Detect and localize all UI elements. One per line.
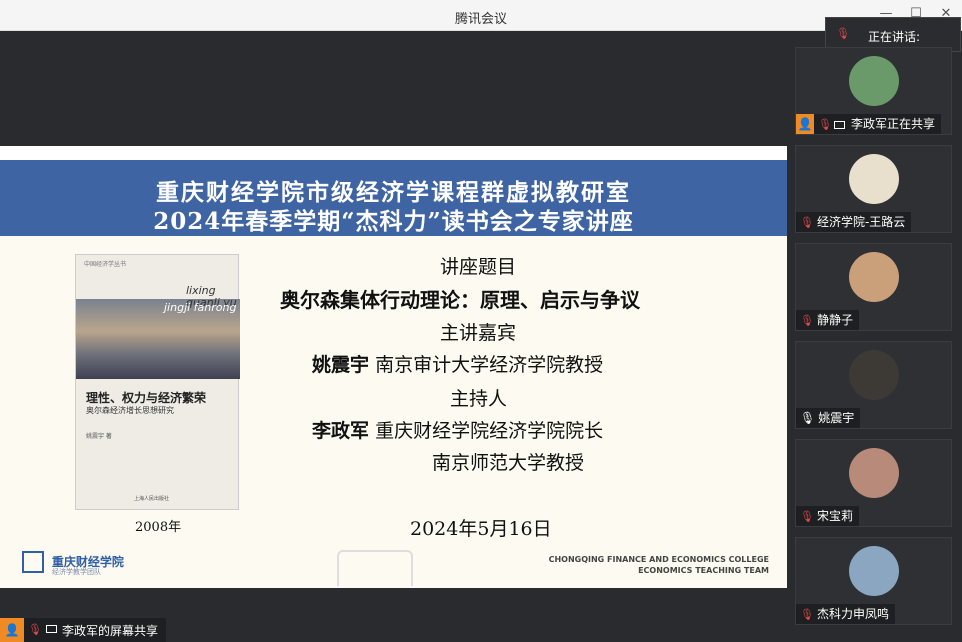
banner-line-2: 2024年春季学期“杰科力”读书会之专家讲座 [153, 208, 634, 235]
speaker-label: 主讲嘉宾 [440, 322, 517, 344]
mic-muted-icon: 🎙 [800, 510, 814, 523]
speaking-label: 正在讲话: [868, 30, 921, 44]
mic-muted-icon: 🎙 [28, 623, 42, 636]
window-title: 腾讯会议 [454, 12, 507, 27]
book-subtitle: 奥尔森经济增长思想研究 [86, 406, 174, 415]
participant-name: 姚震宇 [818, 411, 855, 425]
speaker-name: 姚震宇 [312, 354, 370, 376]
avatar [849, 448, 899, 498]
book-cover: 中国经济学丛书 lixing quanli yu jingji fanrong … [75, 254, 240, 510]
book-series: 中国经济学丛书 [84, 261, 127, 268]
lecture-date: 2024年5月16日 [410, 518, 552, 540]
participant-name-tag: 👤 🎙 李政军正在共享 [796, 114, 941, 134]
presentation-slide: 重庆财经学院市级经济学课程群虚拟教研室 2024年春季学期“杰科力”读书会之专家… [0, 146, 787, 588]
participant-name-tag: 🎙 宋宝莉 [796, 506, 859, 526]
speaker-line: 姚震宇 南京审计大学经济学院教授 [312, 350, 603, 377]
share-label: 李政军的屏幕共享 [62, 624, 159, 638]
participant-tile[interactable]: 🎙 宋宝莉 [795, 439, 952, 527]
english-footer: CHONGQING FINANCE AND ECONOMICS COLLEGE … [548, 555, 769, 575]
participant-tile[interactable]: 🎙 经济学院-王路云 [795, 145, 952, 233]
slide-banner: 重庆财经学院市级经济学课程群虚拟教研室 2024年春季学期“杰科力”读书会之专家… [0, 160, 787, 236]
mic-muted-icon: 🎙 [800, 314, 814, 327]
user-icon: 👤 [0, 618, 24, 642]
avatar [849, 546, 899, 596]
host-line: 李政军 重庆财经学院经济学院院长 [312, 416, 603, 443]
participant-tile[interactable]: 👤 🎙 李政军正在共享 [795, 47, 952, 135]
user-icon: 👤 [796, 114, 814, 134]
book-author: 姚震宇 著 [86, 433, 112, 440]
building-watermark-icon [337, 550, 413, 586]
mic-muted-icon: 🎙 [800, 216, 814, 229]
speaker-title: 南京审计大学经济学院教授 [375, 354, 604, 376]
host-title-1: 重庆财经学院经济学院院长 [375, 420, 604, 442]
host-title-2: 南京师范大学教授 [432, 452, 585, 474]
title-bar: 腾讯会议 — ☐ ✕ [0, 0, 962, 31]
participant-name: 杰科力申凤鸣 [816, 607, 889, 621]
participant-tile[interactable]: 🎙 姚震宇 [795, 341, 952, 429]
logo-subtitle: 经济学教学团队 [52, 568, 101, 576]
mic-muted-icon: 🎙 [836, 27, 850, 40]
participant-name: 李政军正在共享 [850, 117, 935, 131]
college-emblem-icon [22, 551, 44, 573]
book-publisher: 上海人民出版社 [134, 496, 170, 502]
participant-name-tag: 🎙 杰科力申凤鸣 [796, 604, 895, 624]
college-logo: 重庆财经学院 经济学教学团队 [22, 551, 124, 576]
avatar [849, 154, 899, 204]
book-pinyin-2: jingji fanrong [164, 301, 237, 314]
topic-label: 讲座题目 [440, 256, 517, 278]
participant-name: 经济学院-王路云 [816, 215, 906, 229]
host-name: 李政军 [312, 420, 370, 442]
share-screen-icon [833, 121, 845, 129]
participant-name: 宋宝莉 [816, 509, 853, 523]
slide-top-strip [0, 146, 787, 160]
book-title: 理性、权力与经济繁荣 [86, 391, 207, 405]
participant-name-tag: 🎙 姚震宇 [796, 408, 861, 428]
host-label: 主持人 [450, 388, 508, 410]
participant-tile[interactable]: 🎙 静静子 [795, 243, 952, 331]
mic-muted-icon: 🎙 [800, 608, 814, 621]
avatar [849, 56, 899, 106]
mic-icon: 🎙 [800, 411, 816, 425]
participant-name-tag: 🎙 静静子 [796, 310, 859, 330]
participant-tile[interactable]: 🎙 杰科力申凤鸣 [795, 537, 952, 625]
avatar [849, 350, 899, 400]
mic-muted-icon: 🎙 [818, 118, 832, 131]
book-year: 2008年 [135, 520, 182, 535]
share-screen-icon [46, 625, 57, 633]
topic-title: 奥尔森集体行动理论：原理、启示与争议 [280, 288, 640, 312]
participant-name: 静静子 [816, 313, 853, 327]
avatar [849, 252, 899, 302]
screen-share-bar[interactable]: 👤 🎙 李政军的屏幕共享 [0, 618, 166, 642]
shared-screen-area: 重庆财经学院市级经济学课程群虚拟教研室 2024年春季学期“杰科力”读书会之专家… [0, 31, 787, 642]
participant-name-tag: 🎙 经济学院-王路云 [796, 212, 912, 232]
